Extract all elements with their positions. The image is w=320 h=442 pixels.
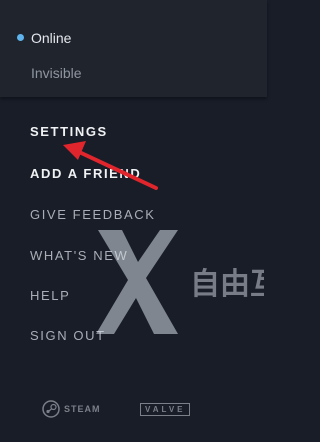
status-invisible-option[interactable]: Invisible [31, 65, 82, 81]
menu-item-settings[interactable]: SETTINGS [30, 124, 108, 139]
valve-logo: VALVE [140, 403, 191, 416]
steam-logo-text: STEAM [64, 404, 101, 414]
svg-text:自由互联: 自由互联 [190, 267, 264, 302]
steam-icon [42, 400, 60, 418]
menu-item-add-friend[interactable]: ADD A FRIEND [30, 166, 141, 181]
status-online-option[interactable]: Online [17, 30, 72, 46]
status-online-label: Online [31, 30, 72, 46]
steam-logo: STEAM [42, 400, 101, 418]
online-status-dot [17, 34, 24, 41]
watermark-logo: 自由互联 [96, 230, 264, 334]
menu-item-whats-new[interactable]: WHAT'S NEW [30, 248, 128, 263]
status-invisible-label: Invisible [31, 65, 82, 81]
menu-item-sign-out[interactable]: SIGN OUT [30, 328, 106, 343]
menu-item-give-feedback[interactable]: GIVE FEEDBACK [30, 207, 156, 222]
menu-item-help[interactable]: HELP [30, 288, 70, 303]
status-menu: Online Invisible [0, 0, 267, 97]
